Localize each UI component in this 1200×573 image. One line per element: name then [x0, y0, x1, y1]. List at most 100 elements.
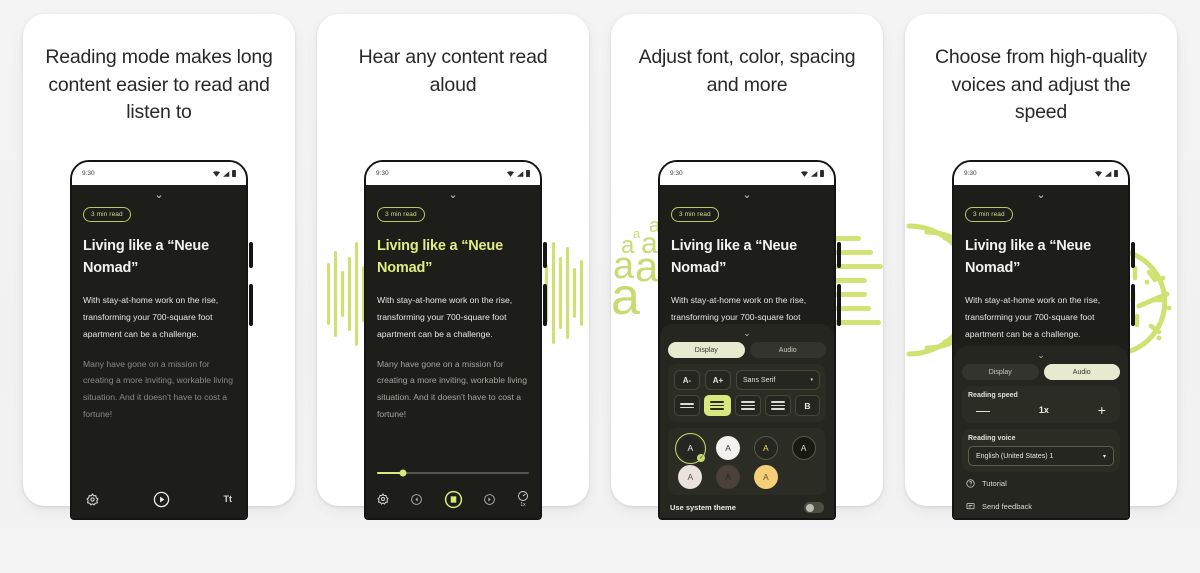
article-title: Living like a “Neue Nomad”	[83, 237, 209, 276]
bold-toggle-button[interactable]: B	[795, 395, 820, 416]
display-settings-sheet: ⌄ Display Audio A- A+ Sans Serif ▾ B A ✓…	[660, 324, 834, 518]
theme-letter: A	[800, 443, 807, 453]
speed-value-label: 1x	[520, 502, 526, 508]
chevron-down-icon[interactable]: ⌄	[83, 185, 235, 202]
reading-speed-label: Reading speed	[968, 392, 1018, 399]
phone-mockup-4: 9:30 ⌄ 3 min read Living like a “Neue No…	[952, 160, 1135, 520]
reading-voice-select[interactable]: English (United States) 1 ▾	[968, 446, 1114, 466]
reading-speed-block: Reading speed — 1x +	[962, 386, 1120, 423]
tab-display[interactable]: Display	[962, 364, 1039, 380]
card-headline: Adjust font, color, spacing and more	[638, 46, 856, 96]
pause-icon[interactable]	[444, 490, 463, 509]
phone-mockup-1: 9:30 ⌄ 3 min read Living like a “Neue No…	[70, 160, 253, 520]
theme-grid: A ✓ A A A A A A	[674, 432, 820, 489]
theme-letter: A	[725, 472, 731, 482]
line-spacing-normal-button[interactable]	[704, 395, 731, 416]
help-circle-icon	[966, 479, 975, 488]
theme-swatch-blush[interactable]: A	[678, 465, 703, 489]
reader-screen-playing: ⌄ 3 min read Living like a “Neue Nomad” …	[366, 185, 540, 518]
playback-progress-slider[interactable]	[377, 468, 529, 478]
wifi-icon	[801, 170, 808, 177]
tab-audio[interactable]: Audio	[749, 342, 826, 358]
theme-letter: A	[687, 472, 694, 482]
article-title: Living like a “Neue Nomad”	[377, 237, 503, 276]
status-icon-group	[507, 170, 530, 177]
read-time-badge: 3 min read	[965, 207, 1013, 222]
chevron-down-icon[interactable]: ⌄	[671, 185, 823, 202]
speed-decrease-button[interactable]: —	[976, 403, 990, 417]
font-increase-button[interactable]: A+	[705, 370, 731, 390]
theme-swatch-dark[interactable]: A ✓	[674, 432, 706, 464]
play-icon[interactable]	[153, 491, 170, 508]
line-spacing-row: B	[674, 395, 820, 416]
slider-track	[377, 469, 529, 477]
menu-item-send-feedback[interactable]: Send feedback	[962, 495, 1120, 518]
battery-icon	[1114, 170, 1118, 177]
signal-icon	[810, 170, 817, 177]
theme-swatch-black[interactable]: A	[791, 436, 816, 460]
speed-icon[interactable]: 1x	[517, 490, 529, 508]
chevron-down-icon[interactable]: ⌄	[377, 185, 529, 202]
read-time-badge: 3 min read	[377, 207, 425, 222]
audio-settings-sheet: ⌄ Display Audio Reading speed — 1x + Rea…	[954, 346, 1128, 518]
settings-tab-group: Display Audio	[962, 364, 1120, 380]
feedback-icon	[966, 503, 975, 510]
check-icon: ✓	[697, 454, 706, 462]
settings-icon[interactable]	[86, 492, 99, 506]
card-headline: Reading mode makes long content easier t…	[45, 46, 273, 124]
read-time-badge: 3 min read	[83, 207, 131, 222]
theme-swatch-dark-yellow[interactable]: A	[753, 436, 778, 460]
reading-speed-stepper: — 1x +	[968, 403, 1114, 417]
status-bar: 9:30	[660, 162, 834, 185]
signal-icon	[516, 170, 523, 177]
sheet-collapse-chevron-icon[interactable]: ⌄	[962, 350, 1120, 361]
tab-display[interactable]: Display	[668, 342, 745, 358]
rewind-icon[interactable]	[410, 493, 423, 506]
sheet-collapse-chevron-icon[interactable]: ⌄	[668, 328, 826, 339]
status-icon-group	[1095, 170, 1118, 177]
read-time-badge: 3 min read	[671, 207, 719, 222]
status-icon-group	[213, 170, 236, 177]
system-theme-toggle[interactable]	[804, 502, 824, 513]
font-family-select[interactable]: Sans Serif ▾	[736, 370, 820, 390]
forward-icon[interactable]	[483, 493, 496, 506]
theme-letter: A	[763, 472, 769, 482]
theme-swatch-white[interactable]: A	[716, 436, 741, 460]
feature-card-voice-settings: Choose from high-quality voices and adju…	[905, 14, 1177, 520]
phone-side-button-power	[543, 284, 547, 326]
phone-side-button-power	[249, 284, 253, 326]
status-icon-group	[801, 170, 824, 177]
slider-knob[interactable]	[399, 469, 407, 477]
article-title: Living like a “Neue Nomad”	[965, 237, 1091, 276]
status-time: 9:30	[670, 170, 683, 177]
phone-side-button-volume	[249, 242, 253, 268]
theme-letter: A	[763, 443, 769, 453]
settings-icon[interactable]	[377, 493, 389, 505]
system-theme-label: Use system theme	[670, 503, 736, 512]
article-paragraph-1: With stay-at-home work on the rise, tran…	[377, 295, 513, 339]
signal-icon	[1104, 170, 1111, 177]
status-bar: 9:30	[72, 162, 246, 185]
line-spacing-loose-button[interactable]	[734, 395, 761, 416]
settings-tab-group: Display Audio	[668, 342, 826, 358]
speed-increase-button[interactable]: +	[1098, 403, 1106, 417]
text-format-icon[interactable]: Tt	[224, 494, 233, 504]
screenshot-root: Reading mode makes long content easier t…	[0, 0, 1200, 573]
line-spacing-compact-button[interactable]	[674, 395, 701, 416]
battery-icon	[820, 170, 824, 177]
battery-icon	[526, 170, 530, 177]
status-bar: 9:30	[366, 162, 540, 185]
phone-side-button-power	[1131, 284, 1135, 326]
menu-item-tutorial[interactable]: Tutorial	[962, 472, 1120, 495]
font-decrease-button[interactable]: A-	[674, 370, 700, 390]
theme-swatch-brown[interactable]: A	[716, 465, 741, 489]
menu-label-tutorial: Tutorial	[982, 479, 1007, 488]
theme-swatch-amber[interactable]: A	[753, 465, 778, 489]
feature-card-reading-mode: Reading mode makes long content easier t…	[23, 14, 295, 520]
reading-voice-value: English (United States) 1	[976, 452, 1054, 460]
status-time: 9:30	[376, 170, 389, 177]
tab-audio[interactable]: Audio	[1043, 364, 1120, 380]
line-spacing-wide-button[interactable]	[764, 395, 791, 416]
chevron-down-icon[interactable]: ⌄	[965, 185, 1117, 202]
theme-picker: A ✓ A A A A A A	[668, 428, 826, 495]
